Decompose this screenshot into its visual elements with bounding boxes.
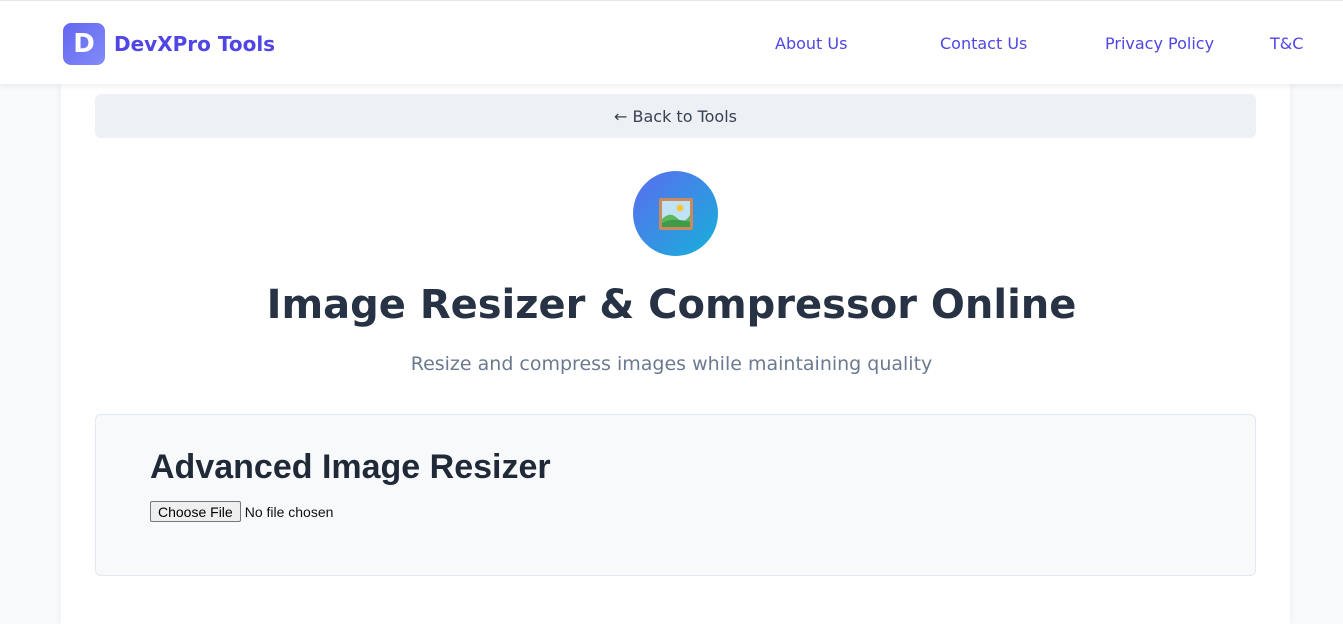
nav-contact-us[interactable]: Contact Us (940, 34, 1027, 53)
back-to-tools-button[interactable]: ← Back to Tools (95, 94, 1256, 138)
brand-logo-link[interactable]: D DevXPro Tools (63, 23, 275, 65)
choose-file-button[interactable]: Choose File (150, 501, 241, 522)
panel-heading: Advanced Image Resizer (150, 448, 551, 486)
nav-privacy-policy[interactable]: Privacy Policy (1105, 34, 1214, 53)
resizer-panel: Advanced Image Resizer Choose File No fi… (95, 414, 1256, 576)
page-title: Image Resizer & Compressor Online (266, 282, 1077, 328)
file-status-text: No file chosen (244, 503, 334, 520)
site-header: D DevXPro Tools About Us Contact Us Priv… (0, 0, 1343, 84)
logo-icon: D (63, 23, 105, 65)
framed-picture-icon (658, 197, 693, 230)
nav-terms[interactable]: T&C (1270, 34, 1303, 53)
page-subtitle: Resize and compress images while maintai… (410, 353, 933, 375)
tool-icon-badge (633, 171, 718, 256)
brand-name: DevXPro Tools (114, 32, 276, 56)
file-input: Choose File No file chosen (150, 501, 333, 522)
nav-about-us[interactable]: About Us (775, 34, 847, 53)
